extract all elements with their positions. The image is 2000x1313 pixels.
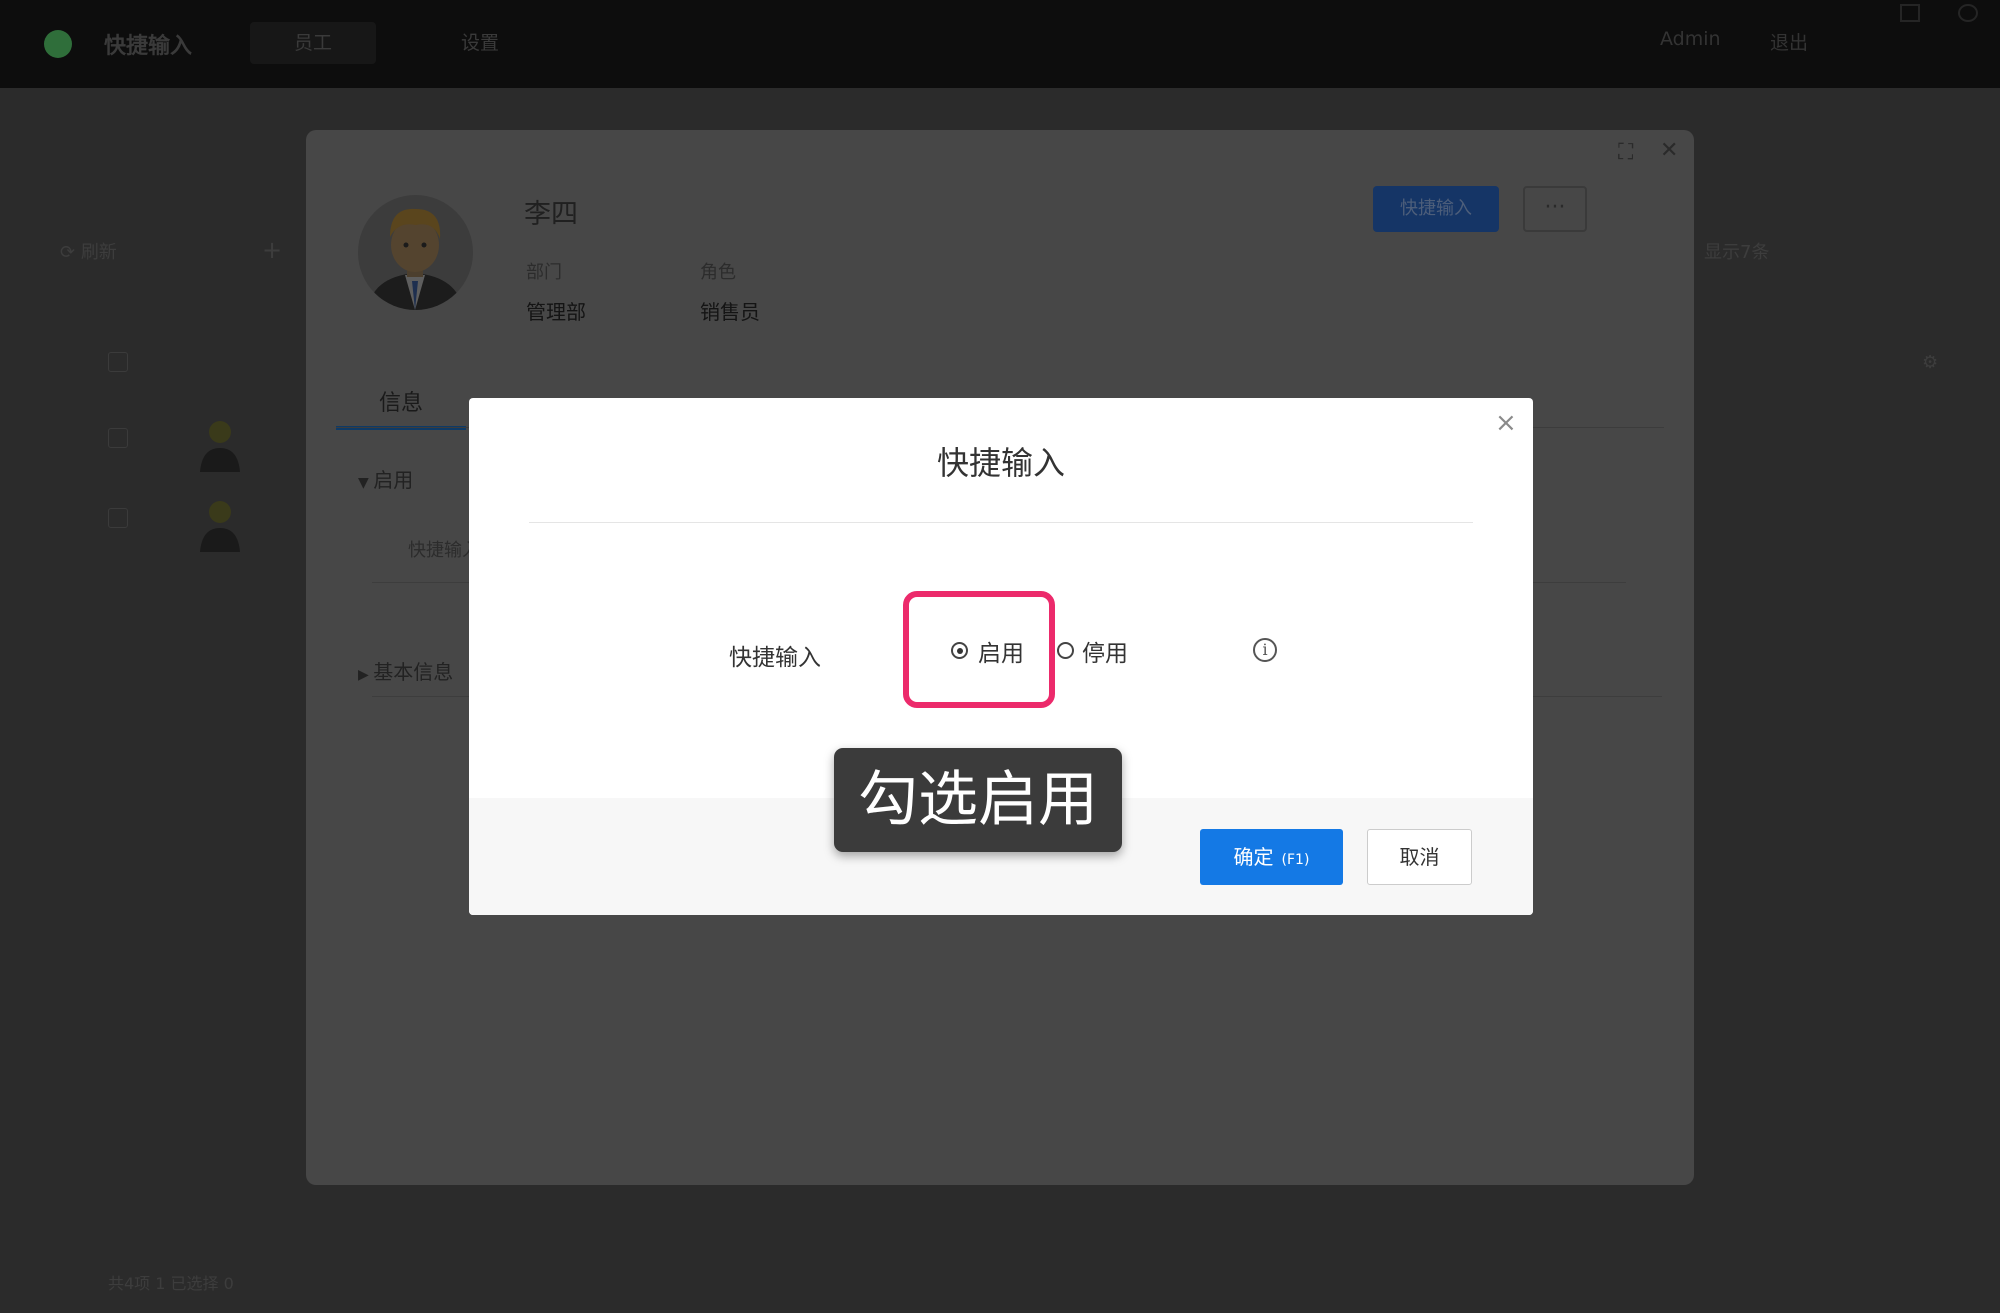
tab-info[interactable]: 信息	[336, 386, 466, 430]
app-logo-icon	[44, 30, 72, 58]
role-value: 销售员	[700, 300, 760, 324]
add-icon[interactable]: +	[262, 236, 282, 264]
role-label: 角色	[700, 262, 736, 283]
highlight-box	[903, 591, 1055, 708]
dialog-divider	[529, 522, 1473, 523]
quick-input-field-label: 快捷输入	[729, 645, 821, 671]
employee-name: 李四	[524, 199, 578, 230]
fullscreen-icon[interactable]: ⛶	[1618, 140, 1633, 165]
instruction-tooltip: 勾选启用	[834, 748, 1122, 852]
section-basic-header[interactable]: ▶ 基本信息	[358, 656, 453, 685]
radio-disable-circle[interactable]	[1057, 642, 1074, 659]
caret-down-icon: ▼	[358, 475, 374, 491]
dialog-title: 快捷输入	[936, 444, 1065, 482]
more-button[interactable]: ···	[1523, 186, 1587, 232]
nav-tab-settings[interactable]: 设置	[440, 22, 520, 64]
window-close-icon[interactable]	[1958, 4, 1978, 22]
confirm-button[interactable]: 确定 (F1)	[1200, 829, 1343, 885]
list-footer: 共4项 1 已选择 0	[108, 1274, 234, 1293]
section-enabled-header[interactable]: ▼ 启用	[358, 464, 413, 493]
employee-avatar-icon	[200, 421, 240, 472]
info-icon[interactable]: i	[1253, 638, 1277, 662]
user-name[interactable]: Admin	[1660, 28, 1721, 50]
radio-disable-label[interactable]: 停用	[1082, 634, 1128, 668]
panel-close-icon[interactable]: ✕	[1660, 138, 1678, 163]
dialog-close-icon[interactable]: ×	[1495, 408, 1517, 438]
department-value: 管理部	[526, 300, 586, 324]
refresh-icon: ⟳	[60, 242, 81, 263]
cancel-button[interactable]: 取消	[1367, 829, 1472, 885]
window-maximize-icon[interactable]	[1900, 4, 1920, 22]
app-title: 快捷输入	[104, 34, 193, 59]
employee-avatar	[358, 195, 473, 310]
row-checkbox[interactable]	[108, 352, 128, 372]
caret-right-icon: ▶	[358, 667, 374, 683]
row-checkbox[interactable]	[108, 508, 128, 528]
page-size-select[interactable]: 显示7条	[1704, 238, 1769, 264]
nav-tab-employees[interactable]: 员工	[250, 22, 376, 64]
quick-input-button[interactable]: 快捷输入	[1373, 186, 1499, 232]
row-checkbox[interactable]	[108, 428, 128, 448]
logout-link[interactable]: 退出	[1770, 28, 1808, 55]
employee-avatar-icon	[200, 501, 240, 552]
refresh-button[interactable]: ⟳ 刷新	[60, 238, 117, 264]
department-label: 部门	[526, 262, 562, 283]
column-settings-icon[interactable]: ⚙	[1922, 352, 1938, 373]
